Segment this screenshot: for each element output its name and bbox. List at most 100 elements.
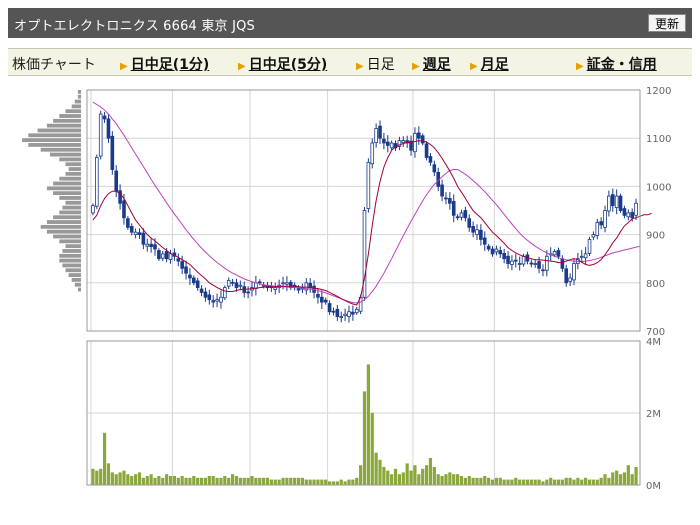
volume-profile-bar — [50, 152, 81, 157]
volume-bar — [444, 474, 448, 485]
volume-bar — [215, 477, 219, 485]
candle-body — [440, 184, 444, 197]
volume-tick-label: 4M — [646, 337, 661, 348]
volume-bar — [157, 476, 161, 485]
candle-body — [351, 311, 355, 315]
volume-profile-bar — [74, 99, 81, 104]
volume-profile-bar — [59, 253, 81, 258]
candle-body — [537, 261, 541, 269]
candle-body — [141, 232, 146, 245]
volume-bar — [622, 472, 627, 485]
nav-intraday-5min[interactable]: ▶ 日中足(5分) — [238, 54, 327, 74]
candle-body — [374, 128, 378, 143]
candle-body — [417, 132, 421, 139]
volume-profile-bar — [74, 282, 81, 287]
volume-profile-bar — [59, 157, 81, 162]
volume-bar — [227, 477, 231, 485]
volume-bar — [494, 477, 499, 485]
refresh-button[interactable]: 更新 — [647, 14, 686, 32]
volume-bar — [436, 474, 440, 485]
volume-bar — [599, 477, 603, 485]
candle-body — [370, 142, 375, 165]
volume-bar — [541, 481, 545, 485]
volume-profile-bar — [53, 215, 81, 220]
volume-bar — [475, 477, 479, 485]
volume-bar — [552, 479, 557, 485]
candle-body — [327, 303, 332, 313]
candle-body — [188, 274, 192, 279]
candle-body — [207, 294, 212, 301]
volume-bar — [428, 458, 433, 485]
volume-bar — [246, 477, 250, 485]
volume-profile-bar — [59, 210, 81, 215]
volume-bar — [556, 479, 561, 485]
candle-body — [482, 237, 487, 245]
volume-bar — [630, 474, 634, 485]
candle-body — [587, 239, 592, 254]
volume-profile-bar — [62, 249, 81, 253]
price-tick-label: 800 — [646, 279, 665, 290]
nav-margin[interactable]: ▶ 証金・信用 — [576, 54, 657, 74]
volume-bar — [498, 477, 502, 485]
candle-body — [545, 255, 549, 271]
candle-body — [192, 277, 196, 284]
volume-bar — [149, 474, 153, 485]
volume-bar — [153, 477, 157, 485]
volume-profile-bar — [46, 220, 81, 224]
volume-bar — [211, 476, 215, 485]
volume-bar — [269, 479, 273, 485]
candle-body — [513, 259, 518, 262]
candle-body — [498, 250, 503, 255]
candle-body — [122, 200, 126, 219]
nav-monthly[interactable]: ▶ 月足 — [470, 54, 509, 74]
volume-bar — [463, 477, 467, 485]
candle-body — [91, 205, 95, 214]
candle-body — [471, 226, 475, 233]
volume-profile-bar — [65, 109, 81, 114]
candle-body — [626, 212, 631, 218]
volume-bar — [382, 467, 386, 485]
volume-profile-bar — [65, 171, 81, 176]
volume-profile-bar — [77, 287, 81, 292]
candle-body — [556, 250, 561, 257]
nav-label: 株価チャート — [12, 57, 96, 73]
candle-body — [568, 277, 572, 282]
candle-body — [203, 291, 208, 298]
volume-bar — [506, 479, 510, 485]
price-tick-label: 1100 — [646, 134, 671, 145]
volume-bar — [172, 476, 177, 485]
volume-bar — [230, 474, 235, 485]
volume-bar — [378, 459, 382, 485]
nav-intraday-5min-label: 日中足(5分) — [248, 57, 328, 73]
nav-intraday-1min[interactable]: ▶ 日中足(1分) — [120, 54, 209, 74]
candle-body — [234, 282, 239, 289]
volume-bar — [459, 476, 464, 485]
candle-body — [382, 138, 386, 144]
volume-bar — [595, 479, 599, 485]
candle-body — [195, 280, 200, 289]
candle-body — [506, 255, 510, 264]
volume-bar — [347, 479, 351, 485]
candle-body — [106, 118, 111, 139]
candle-body — [607, 195, 611, 212]
candle-body — [184, 266, 188, 274]
candle-body — [354, 308, 359, 314]
volume-bar — [99, 468, 103, 485]
volume-bar — [537, 479, 541, 485]
candle-body — [599, 221, 603, 226]
volume-bar — [223, 476, 227, 485]
volume-bar — [199, 477, 204, 485]
volume-bar — [452, 474, 456, 485]
volume-profile-bar — [40, 224, 81, 229]
price-tick-label: 1000 — [646, 182, 671, 193]
volume-bar — [203, 477, 208, 485]
nav-weekly[interactable]: ▶ 週足 — [412, 54, 451, 74]
volume-bar — [126, 474, 130, 485]
candle-body — [591, 234, 596, 238]
candle-body — [133, 231, 138, 236]
volume-bar — [374, 452, 378, 485]
volume-bar — [134, 474, 138, 485]
candle-body — [552, 251, 557, 256]
volume-bar — [518, 479, 522, 485]
nav-daily[interactable]: ▶ 日足 — [356, 54, 395, 74]
